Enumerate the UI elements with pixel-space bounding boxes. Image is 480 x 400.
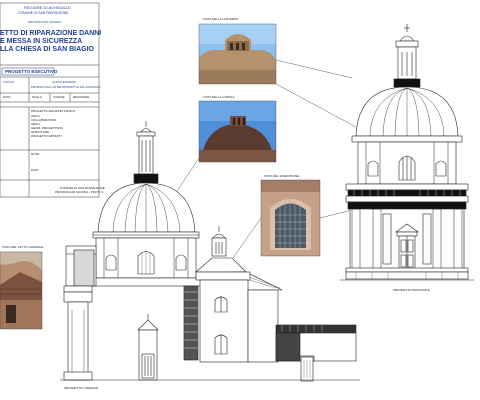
photo-lantern-caption: VISTA DELLA LANTERNA (203, 17, 239, 21)
project-title-line-1: ETTO DI RIPARAZIONE DANNI (0, 30, 102, 37)
project-title-line-3: LLA CHIESA DI SAN BIAGIO (0, 46, 94, 53)
photo-dome-caption: VISTA DELLA CUPOLA (203, 95, 235, 99)
field-codice: CODICE (53, 95, 65, 99)
staff-title: PROGETTO ARCHITETTONICO (31, 109, 76, 113)
field-data: DATA (3, 95, 11, 99)
drawing-sheet (0, 0, 480, 400)
elevation-bottom-label: PROSPETTO LATERALE (64, 386, 99, 390)
field-revisione: REVISIONE (73, 95, 90, 99)
province-label: PROVINCIA DI SAVONA (28, 20, 62, 24)
photo-roof-caption: VISTA DEL TETTO LATERALE (2, 245, 44, 249)
drawing-title: ALZATI ESTERNI (52, 80, 76, 84)
photo-lantern-top (198, 23, 277, 85)
municipality-label: COMUNE DI SAN PANTALEONE (18, 11, 69, 15)
date-label: DATA (31, 168, 39, 172)
phase-label: PROGETTO ESECUTIVO (5, 69, 58, 74)
photo-window-caption: VISTA DEL FINESTRONE (264, 174, 300, 178)
drawing-subtitle: PROSPETTI DAL VIA DEI PROSPETTI E DAL SA… (31, 86, 101, 89)
elevation-right-label: PROSPETTO PRINCIPALE (393, 288, 430, 292)
photo-window (260, 179, 321, 257)
staff-line-6: PROGETTO IMPIANTI (31, 134, 62, 138)
notes-label: NOTE (31, 152, 40, 156)
photo-roof-side (0, 251, 43, 330)
project-title-line-2: E MESSA IN SICUREZZA (0, 38, 83, 45)
region-label: REGIONE DI ACHIGALLE (24, 5, 71, 10)
stamp-line-2: PROVINCIA DI SAVONA - PROT. N. (55, 190, 104, 194)
field-scala: SCALA (32, 95, 42, 99)
photo-dome-close (198, 100, 277, 163)
sheet-label: TAVOLA (3, 80, 15, 84)
